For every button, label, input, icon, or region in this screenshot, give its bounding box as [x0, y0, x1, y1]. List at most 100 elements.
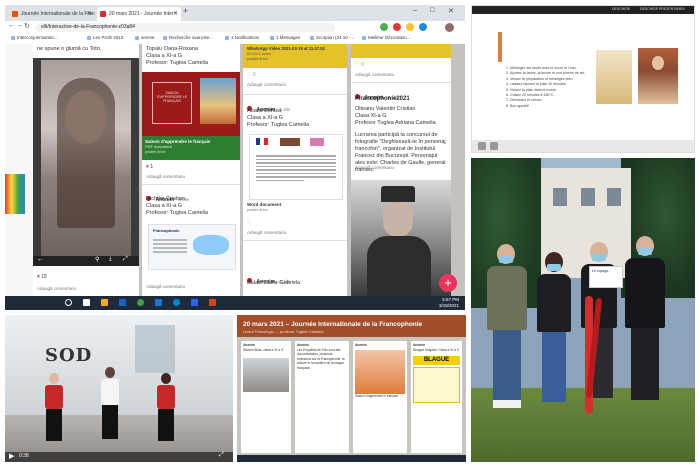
map-image[interactable]: Francophonie [148, 224, 236, 270]
download-icon[interactable]: ⤓ [109, 256, 112, 263]
bookmark-item[interactable]: 1 Notifications [225, 35, 259, 40]
extension-icon[interactable] [380, 23, 388, 31]
card-text: Neagoe Mugdan, Clasa a XI-a G [413, 347, 460, 352]
tab-close-icon[interactable]: ✕ [87, 7, 92, 21]
kepi-hat-shape [381, 186, 415, 202]
video-attachment[interactable]: WhatsApp Video 2021-03-19 at 11.47.51 00… [243, 44, 347, 68]
add-comment[interactable]: Adaugă comentariu [247, 230, 286, 235]
padlet-column-3: WhatsApp Video 2021-03-19 at 11.47.51 00… [243, 44, 347, 296]
uniform-shape [367, 236, 431, 296]
word-attachment[interactable]: Word document padlet drive [247, 202, 281, 212]
tab-label: Journée Internationale de la Fran [21, 11, 95, 17]
tab-label: 20 mars 2021 - Journée Inter [109, 11, 174, 17]
back-icon[interactable]: ← [8, 22, 15, 29]
like-icon[interactable]: ♡ 0 [247, 72, 256, 78]
event-title: 20 mars 2021 – Journée Internationale de… [243, 321, 423, 328]
event-card[interactable]: Anonim Neagoe Mugdan, Clasa a XI-a G BLA… [411, 341, 462, 453]
minimize-icon[interactable]: – [413, 7, 417, 14]
teacher-line: Profesor: Tuglea Camelia [146, 60, 209, 66]
powerpoint-icon[interactable] [209, 299, 216, 306]
dance-video-frame[interactable]: SOD ▶ 0:38 ⤢ [5, 315, 233, 462]
avatar[interactable] [445, 23, 454, 32]
bookmark-item[interactable]: Scorpion (24.10 -... [310, 35, 354, 40]
close-window-icon[interactable]: ✕ [448, 7, 454, 15]
video-controls[interactable]: ← ⚲ ⤓ ⤢ [33, 256, 139, 266]
open-button[interactable]: DESCHIDE [612, 7, 630, 11]
clock-date: 3/19/2021 [438, 303, 459, 308]
event-card[interactable]: Anonim Saison d'apprendre le français [353, 341, 407, 453]
card-caption: ne spune o glumă cu Toto. [37, 46, 102, 52]
forward-icon[interactable]: → [16, 22, 23, 29]
card-image [355, 349, 405, 394]
add-post-button[interactable]: + [439, 274, 457, 292]
word-document-preview[interactable] [249, 134, 343, 200]
add-comment[interactable]: Adaugă comentariu [247, 82, 286, 87]
card-author: Anonim [413, 343, 425, 347]
chrome-icon[interactable] [137, 299, 144, 306]
pdf-attachment[interactable]: Saison d'apprendre le français PDF docum… [142, 136, 240, 160]
video-player[interactable]: ← ⚲ ⤓ ⤢ [33, 58, 139, 266]
add-comment[interactable]: Adaugă comentariu [37, 286, 76, 291]
extension-icon[interactable] [393, 23, 401, 31]
bookmark-item[interactable]: Meilleur Décoration... [362, 35, 411, 40]
browser-tab-1[interactable]: Journée Internationale de la Fran ✕ [9, 7, 95, 21]
like-count: 15 [41, 274, 47, 280]
bookmark-item[interactable]: 1 Messages [270, 35, 300, 40]
attachment-source: padlet drive [247, 207, 268, 212]
edge-icon[interactable] [173, 299, 180, 306]
browser-tab-bar: Journée Internationale de la Fran ✕ 20 m… [5, 5, 465, 21]
url-input[interactable]: ellt/Interactive-de-la-Francophonie-z03a… [35, 23, 335, 32]
add-comment[interactable]: Adaugă comentariu [146, 174, 185, 179]
student-name: Olteanu Valentin Cristian [355, 106, 416, 112]
window-light [135, 325, 175, 373]
sod-logo-text: SOD [45, 345, 93, 366]
event-card[interactable]: Anonim Les Enquêtes de Toto sont des doc… [295, 341, 349, 453]
video-controls[interactable]: ▶ 0:38 ⤢ [5, 452, 233, 462]
prev-slide-icon[interactable] [478, 142, 486, 150]
like-icon[interactable]: ♡ [247, 220, 251, 226]
charles-de-gaulle-costume-photo[interactable] [351, 180, 451, 296]
bookmark-item[interactable]: Les Profs 2013 [87, 35, 123, 40]
card-text: Topalu Oana-Roxana Clasa a XI-a G Profes… [146, 46, 208, 67]
back-arrow-icon[interactable]: ← [37, 256, 44, 263]
task-view-icon[interactable] [83, 299, 90, 306]
reload-icon[interactable]: ↻ [24, 22, 30, 30]
add-comment[interactable]: Adaugă comentariu [355, 72, 394, 77]
fullscreen-icon[interactable]: ⤢ [219, 452, 224, 459]
bookmark-item[interactable]: Recherche avancée... [163, 35, 213, 40]
next-slide-icon[interactable] [490, 142, 498, 150]
extension-icon[interactable] [406, 23, 414, 31]
favicon-icon [100, 11, 106, 17]
store-icon[interactable] [191, 299, 198, 306]
open-presentation-button[interactable]: DESCHIDE PREZENTAREA [640, 7, 685, 11]
book-cover-title: SAISON D'APPRENDRE LE FRANÇAIS [152, 82, 192, 124]
student-name: Topalu Oana-Roxana [146, 46, 198, 52]
mail-icon[interactable] [119, 299, 126, 306]
bookmark-item[interactable]: Interconjorimianito... [11, 35, 58, 40]
like-icon[interactable]: ♥ 15 [37, 274, 47, 280]
clock[interactable]: 5:57 PM 3/19/2021 [439, 297, 459, 309]
card-image [243, 358, 289, 393]
pdf-preview[interactable]: SAISON D'APPRENDRE LE FRANÇAIS [142, 72, 240, 136]
attachment-source: padlet drive [145, 149, 166, 154]
bookmark-item[interactable]: semne [135, 35, 155, 40]
file-explorer-icon[interactable] [101, 299, 108, 306]
browser-tab-2[interactable]: 20 mars 2021 - Journée Inter ✕ [97, 7, 181, 21]
extension-icon[interactable] [419, 23, 427, 31]
student-name: Nichifor Cristian [146, 196, 185, 202]
add-comment[interactable]: Adaugă comentariu [355, 165, 394, 170]
zoom-icon[interactable]: ⚲ [95, 256, 99, 263]
like-icon[interactable]: ♡ 0 [355, 62, 364, 68]
tab-close-icon[interactable]: ✕ [173, 7, 178, 21]
fullscreen-icon[interactable]: ⤢ [123, 256, 128, 263]
new-tab-button[interactable]: + [183, 6, 188, 16]
windows-taskbar: 5:57 PM 3/19/2021 [5, 296, 465, 310]
play-icon[interactable]: ▶ [9, 452, 14, 460]
map-text-lines [153, 237, 187, 263]
search-icon[interactable] [65, 299, 72, 306]
add-comment[interactable]: Adaugă comentariu [146, 284, 185, 289]
maximize-icon[interactable]: □ [430, 7, 434, 14]
like-icon[interactable]: ♥ 1 [146, 164, 153, 170]
word-icon[interactable] [155, 299, 162, 306]
event-card[interactable]: Anonim Stanciu Alina, clasa a XI-a G [241, 341, 291, 453]
